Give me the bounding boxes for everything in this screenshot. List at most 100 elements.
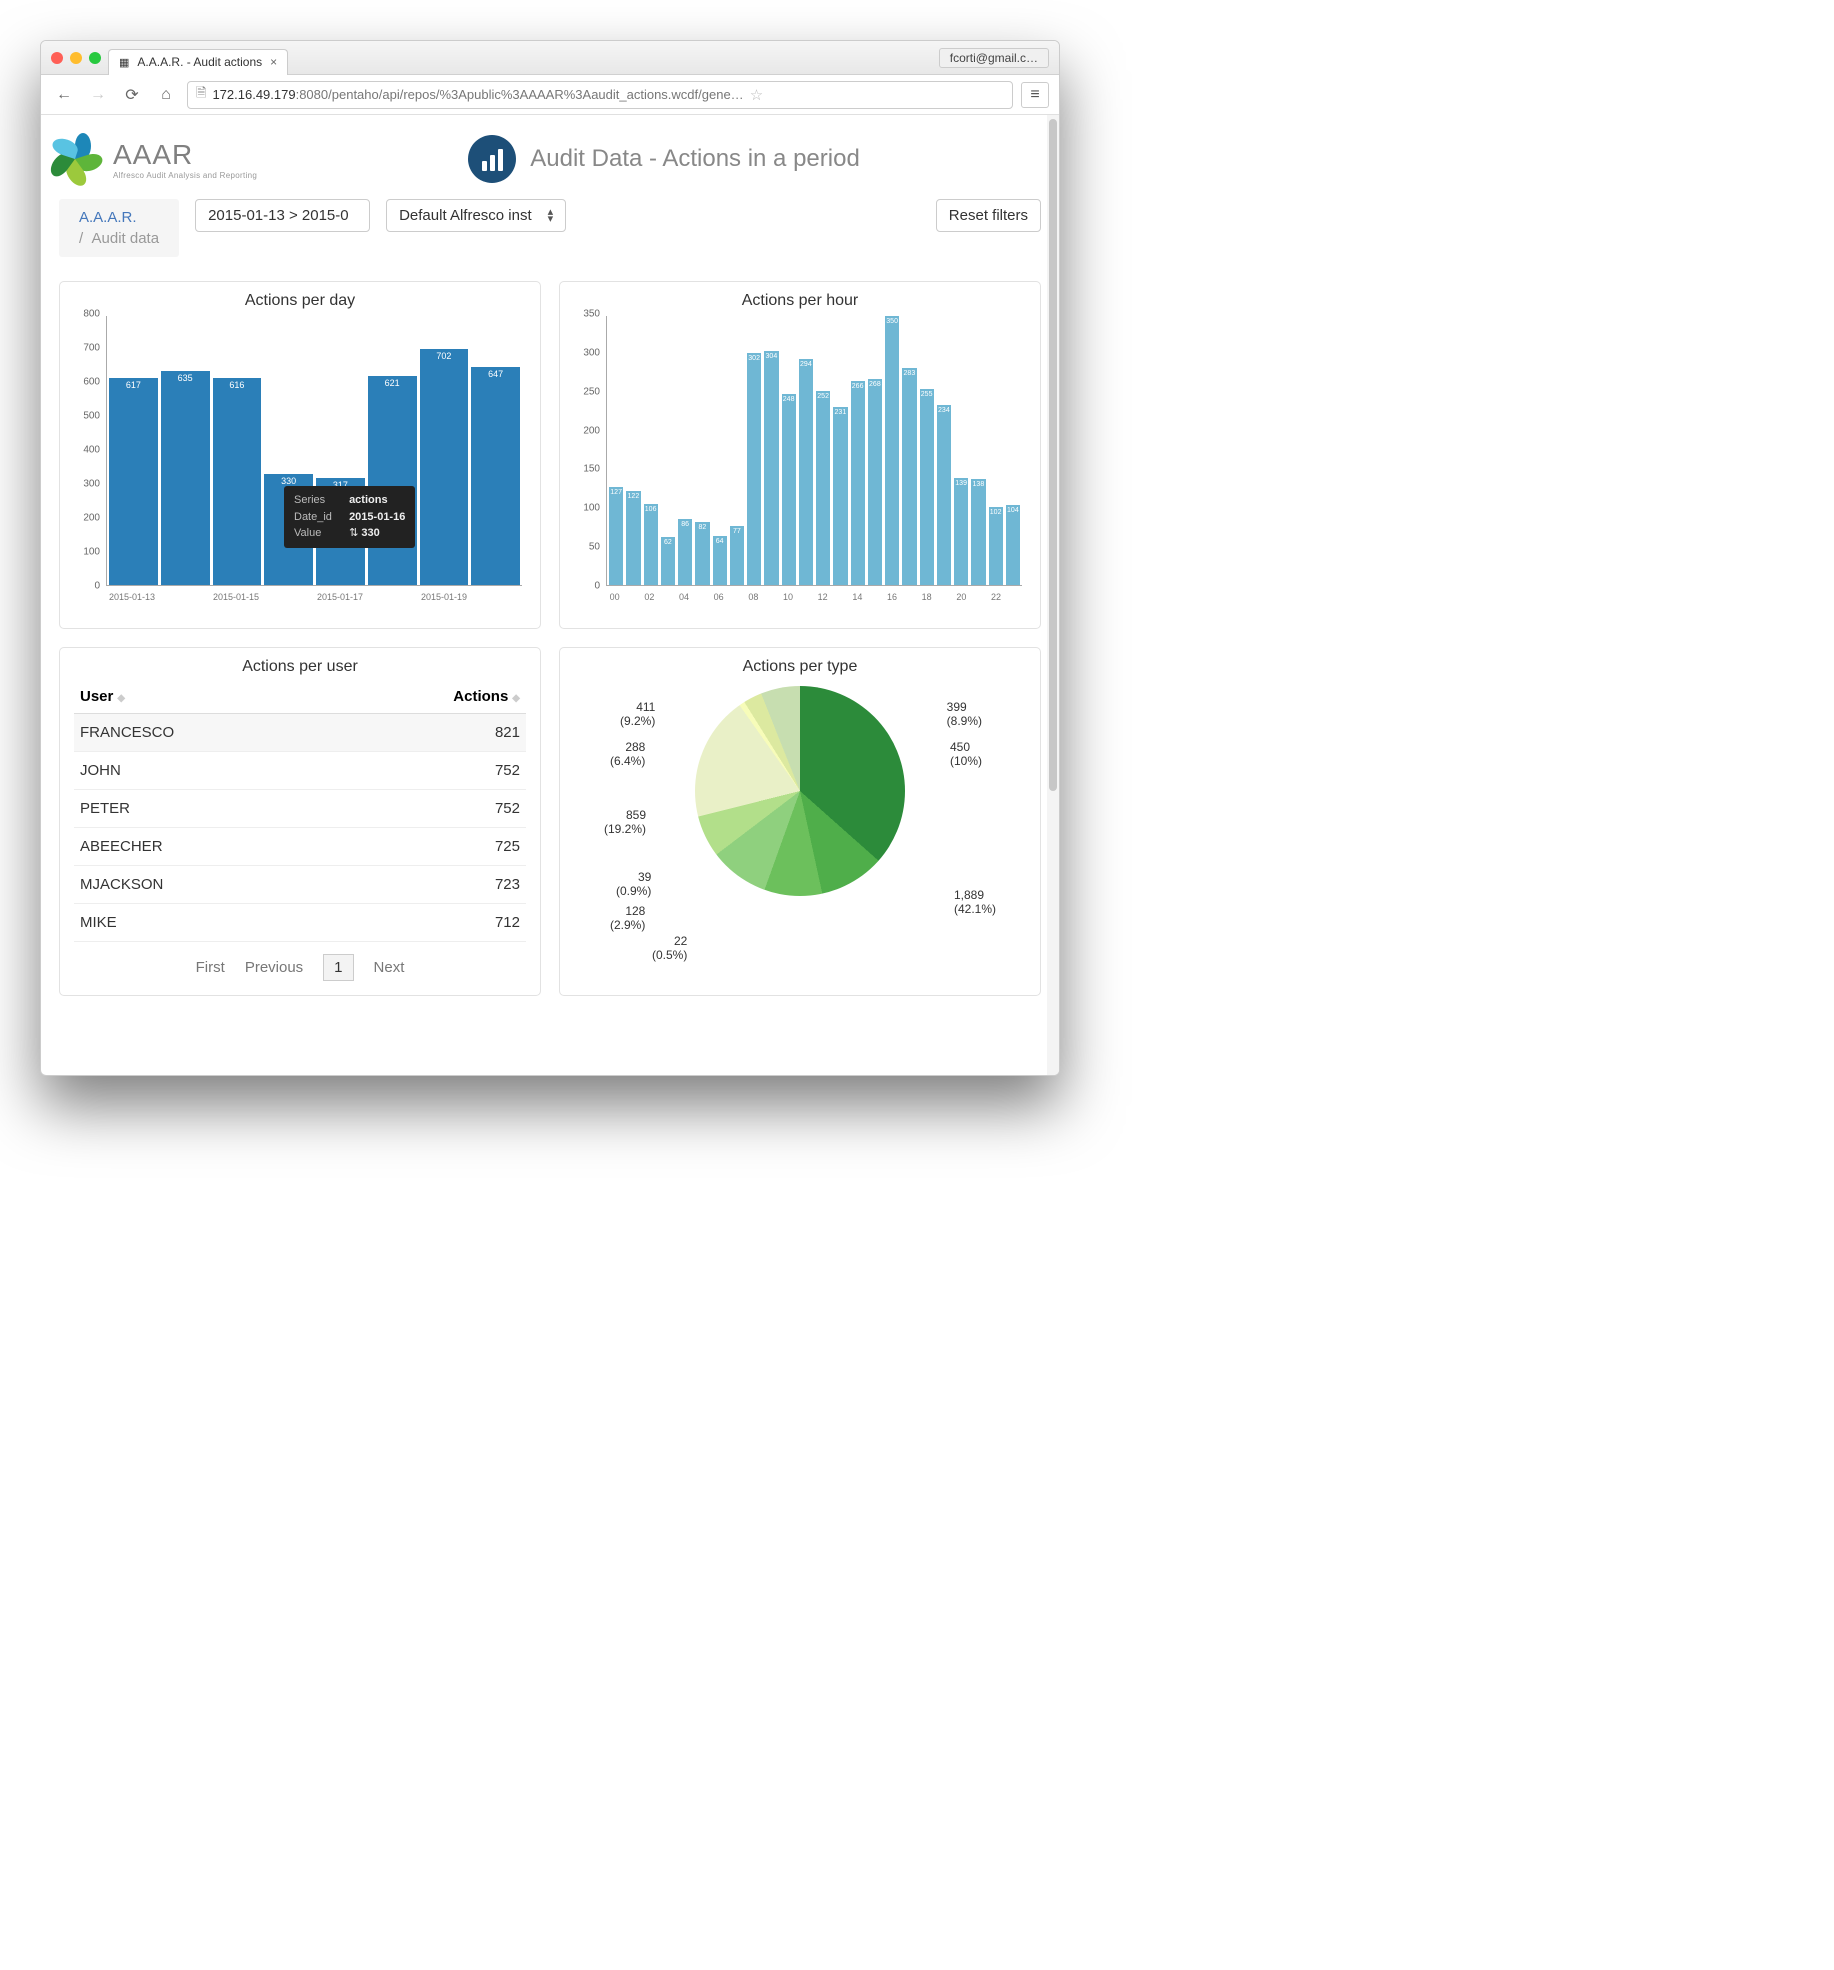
bar[interactable]: 635	[161, 371, 210, 585]
bar-label: 635	[178, 373, 193, 383]
table-row[interactable]: PETER752	[74, 790, 526, 828]
reset-filters-button[interactable]: Reset filters	[936, 199, 1041, 232]
forward-button[interactable]: →	[85, 82, 111, 108]
bar[interactable]: 255	[920, 389, 934, 585]
bar[interactable]: 304	[764, 351, 778, 585]
bar[interactable]: 617	[109, 378, 158, 585]
bar[interactable]: 702	[420, 349, 469, 585]
bar-label: 252	[817, 393, 829, 400]
back-button[interactable]: ←	[51, 82, 77, 108]
bar[interactable]: 64	[713, 536, 727, 585]
cell-user: PETER	[74, 790, 334, 828]
bar[interactable]: 122	[626, 491, 640, 585]
bar-label: 617	[126, 380, 141, 390]
bar[interactable]: 77	[730, 526, 744, 585]
url-bar[interactable]: 🗎 172.16.49.179:8080/pentaho/api/repos/%…	[187, 81, 1013, 109]
reload-button[interactable]: ⟳	[119, 82, 145, 108]
bar[interactable]: 294	[799, 359, 813, 585]
bar[interactable]: 82	[695, 522, 709, 585]
bar[interactable]: 139	[954, 478, 968, 585]
close-tab-icon[interactable]: ×	[270, 55, 277, 69]
bar-label: 621	[385, 378, 400, 388]
pager-page[interactable]: 1	[323, 954, 353, 981]
pie-label: 1,889(42.1%)	[954, 888, 996, 917]
bar[interactable]: 302	[747, 353, 761, 585]
bar[interactable]: 86	[678, 519, 692, 585]
table-row[interactable]: MIKE712	[74, 904, 526, 942]
sort-icon: ◆	[512, 693, 520, 704]
panel-actions-per-day: Actions per day 010020030040050060070080…	[59, 281, 541, 629]
sort-icon: ◆	[117, 693, 125, 704]
bar[interactable]: 647	[471, 367, 520, 585]
pager-prev[interactable]: Previous	[245, 959, 303, 976]
scrollbar-thumb[interactable]	[1049, 119, 1057, 791]
chart-icon	[468, 135, 516, 183]
y-axis: 050100150200250300350	[574, 314, 604, 586]
page-icon: 🗎	[196, 84, 206, 106]
chevron-updown-icon: ▴▾	[548, 209, 554, 222]
cell-actions: 752	[334, 790, 526, 828]
bar[interactable]: 616	[213, 378, 262, 585]
bar-label: 647	[488, 369, 503, 379]
bar-label: 616	[229, 380, 244, 390]
bar-label: 77	[733, 528, 741, 535]
bar[interactable]: 106	[644, 504, 658, 585]
page-title: Audit Data - Actions in a period	[468, 135, 860, 183]
bar[interactable]: 350	[885, 316, 899, 585]
table-row[interactable]: FRANCESCO821	[74, 714, 526, 752]
url-host: 172.16.49.179	[212, 87, 295, 102]
panel-title: Actions per day	[74, 292, 526, 310]
chart-hour[interactable]: 050100150200250300350 127122 106 62 868264 7…	[574, 314, 1026, 614]
bar[interactable]: 266	[851, 381, 865, 585]
user-table: User◆ Actions◆ FRANCESCO821JOHN752PETER7…	[74, 680, 526, 942]
pager-first[interactable]: First	[196, 959, 225, 976]
browser-toolbar: ← → ⟳ ⌂ 🗎 172.16.49.179:8080/pentaho/api…	[41, 75, 1059, 115]
pie-label: 288(6.4%)	[610, 740, 645, 769]
bar[interactable]: 231	[833, 407, 847, 585]
pager-next[interactable]: Next	[374, 959, 405, 976]
bar-label: 294	[800, 361, 812, 368]
bar-label: 330	[281, 476, 296, 486]
bar[interactable]: 102	[989, 507, 1003, 585]
col-actions[interactable]: Actions◆	[334, 680, 526, 714]
browser-tab[interactable]: ▦ A.A.A.R. - Audit actions ×	[108, 49, 288, 75]
panel-title: Actions per user	[74, 658, 526, 676]
tab-title: A.A.A.R. - Audit actions	[137, 55, 262, 69]
maximize-icon[interactable]	[89, 52, 101, 64]
scrollbar[interactable]	[1047, 115, 1059, 1075]
table-row[interactable]: JOHN752	[74, 752, 526, 790]
table-row[interactable]: MJACKSON723	[74, 866, 526, 904]
sort-updown-icon: ⇅	[349, 527, 358, 539]
menu-button[interactable]: ≡	[1021, 82, 1049, 108]
pie	[695, 686, 905, 896]
home-button[interactable]: ⌂	[153, 82, 179, 108]
bar-label: 62	[664, 539, 672, 546]
bar[interactable]: 252	[816, 391, 830, 585]
bar[interactable]: 127	[609, 487, 623, 585]
table-row[interactable]: ABEECHER725	[74, 828, 526, 866]
instance-select[interactable]: Default Alfresco inst ▴▾	[386, 199, 566, 232]
bookmark-star-icon[interactable]: ☆	[750, 86, 763, 104]
pie-label: 128(2.9%)	[610, 904, 645, 933]
date-range-input[interactable]	[195, 199, 370, 232]
bar-label: 350	[886, 318, 898, 325]
minimize-icon[interactable]	[70, 52, 82, 64]
bar[interactable]: 138	[971, 479, 985, 585]
bar[interactable]: 234	[937, 405, 951, 585]
breadcrumb-root[interactable]: A.A.A.R.	[79, 209, 159, 226]
close-icon[interactable]	[51, 52, 63, 64]
bar[interactable]: 268	[868, 379, 882, 585]
user-badge[interactable]: fcorti@gmail.c…	[939, 48, 1049, 68]
bar[interactable]: 248	[782, 394, 796, 585]
bar[interactable]: 62	[661, 537, 675, 585]
chart-day[interactable]: 0100200300400500600700800 61763561633031…	[74, 314, 526, 614]
bar-label: 702	[436, 351, 451, 361]
url-port: :8080	[296, 87, 329, 102]
col-user[interactable]: User◆	[74, 680, 334, 714]
bar[interactable]: 621	[368, 376, 417, 585]
bar[interactable]: 104	[1006, 505, 1020, 585]
bar-label: 283	[904, 370, 916, 377]
logo-text: AAAR	[113, 139, 257, 171]
bar[interactable]: 283	[902, 368, 916, 586]
pie-label: 22(0.5%)	[652, 934, 687, 963]
